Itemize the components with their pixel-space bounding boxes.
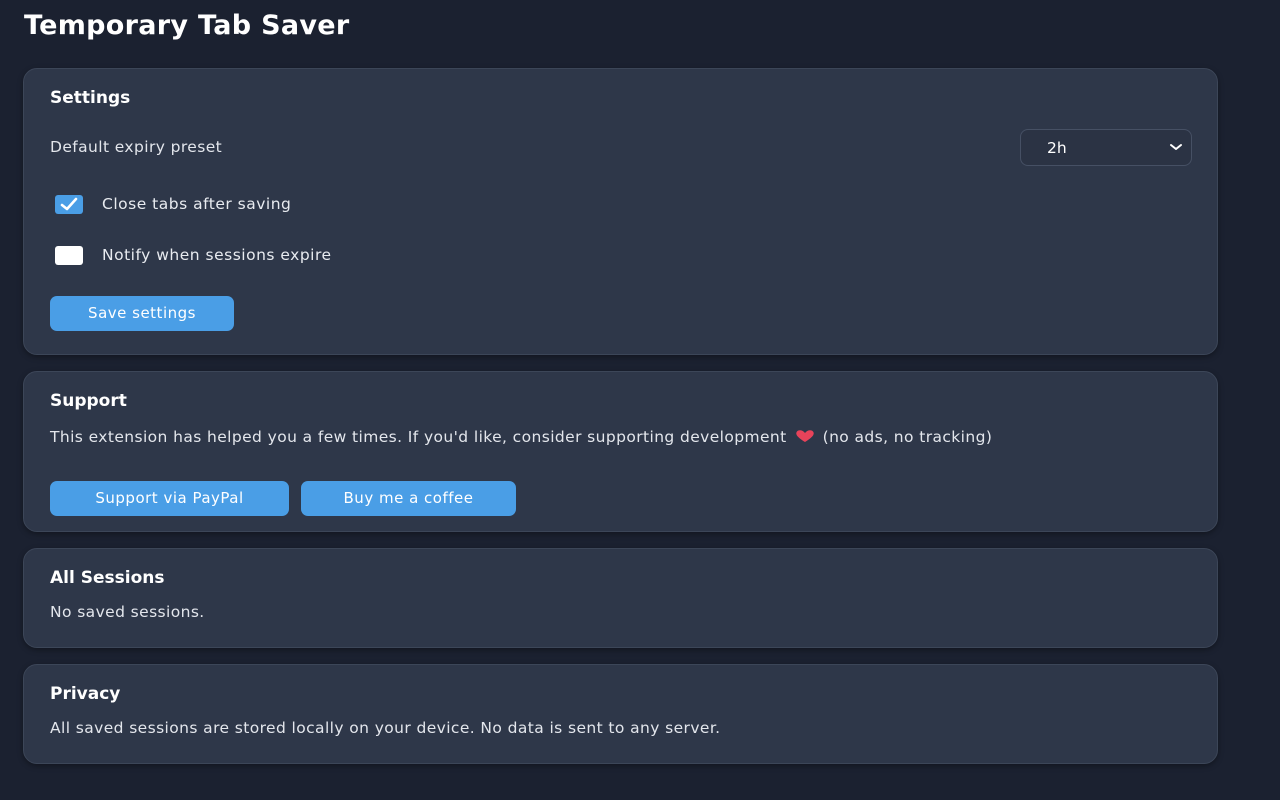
settings-card: Settings Default expiry preset 2h Close … bbox=[23, 68, 1218, 355]
heart-icon bbox=[795, 430, 814, 442]
support-card: Support This extension has helped you a … bbox=[23, 371, 1218, 532]
privacy-card: Privacy All saved sessions are stored lo… bbox=[23, 664, 1218, 764]
buy-coffee-button[interactable]: Buy me a coffee bbox=[301, 481, 516, 516]
support-message-suffix: (no ads, no tracking) bbox=[822, 428, 993, 446]
sessions-empty-text: No saved sessions. bbox=[50, 603, 205, 621]
notify-expire-checkbox[interactable] bbox=[55, 246, 83, 265]
settings-heading: Settings bbox=[50, 88, 131, 108]
checkmark-icon bbox=[60, 197, 78, 211]
support-paypal-button[interactable]: Support via PayPal bbox=[50, 481, 289, 516]
sessions-heading: All Sessions bbox=[50, 568, 165, 588]
notify-expire-label[interactable]: Notify when sessions expire bbox=[102, 246, 332, 264]
privacy-heading: Privacy bbox=[50, 684, 121, 704]
expiry-preset-label: Default expiry preset bbox=[50, 138, 223, 156]
options-page: Temporary Tab Saver Settings Default exp… bbox=[0, 0, 1280, 800]
support-heading: Support bbox=[50, 391, 127, 411]
privacy-text: All saved sessions are stored locally on… bbox=[50, 719, 721, 737]
close-tabs-checkbox[interactable] bbox=[55, 195, 83, 214]
support-message-text: This extension has helped you a few time… bbox=[50, 428, 787, 446]
page-title: Temporary Tab Saver bbox=[24, 10, 350, 41]
sessions-card: All Sessions No saved sessions. bbox=[23, 548, 1218, 648]
chevron-down-icon bbox=[1170, 144, 1182, 150]
expiry-preset-value: 2h bbox=[1047, 139, 1067, 157]
expiry-preset-select[interactable]: 2h bbox=[1020, 129, 1192, 166]
support-message: This extension has helped you a few time… bbox=[50, 426, 1160, 448]
save-settings-button[interactable]: Save settings bbox=[50, 296, 234, 331]
close-tabs-label[interactable]: Close tabs after saving bbox=[102, 195, 291, 213]
